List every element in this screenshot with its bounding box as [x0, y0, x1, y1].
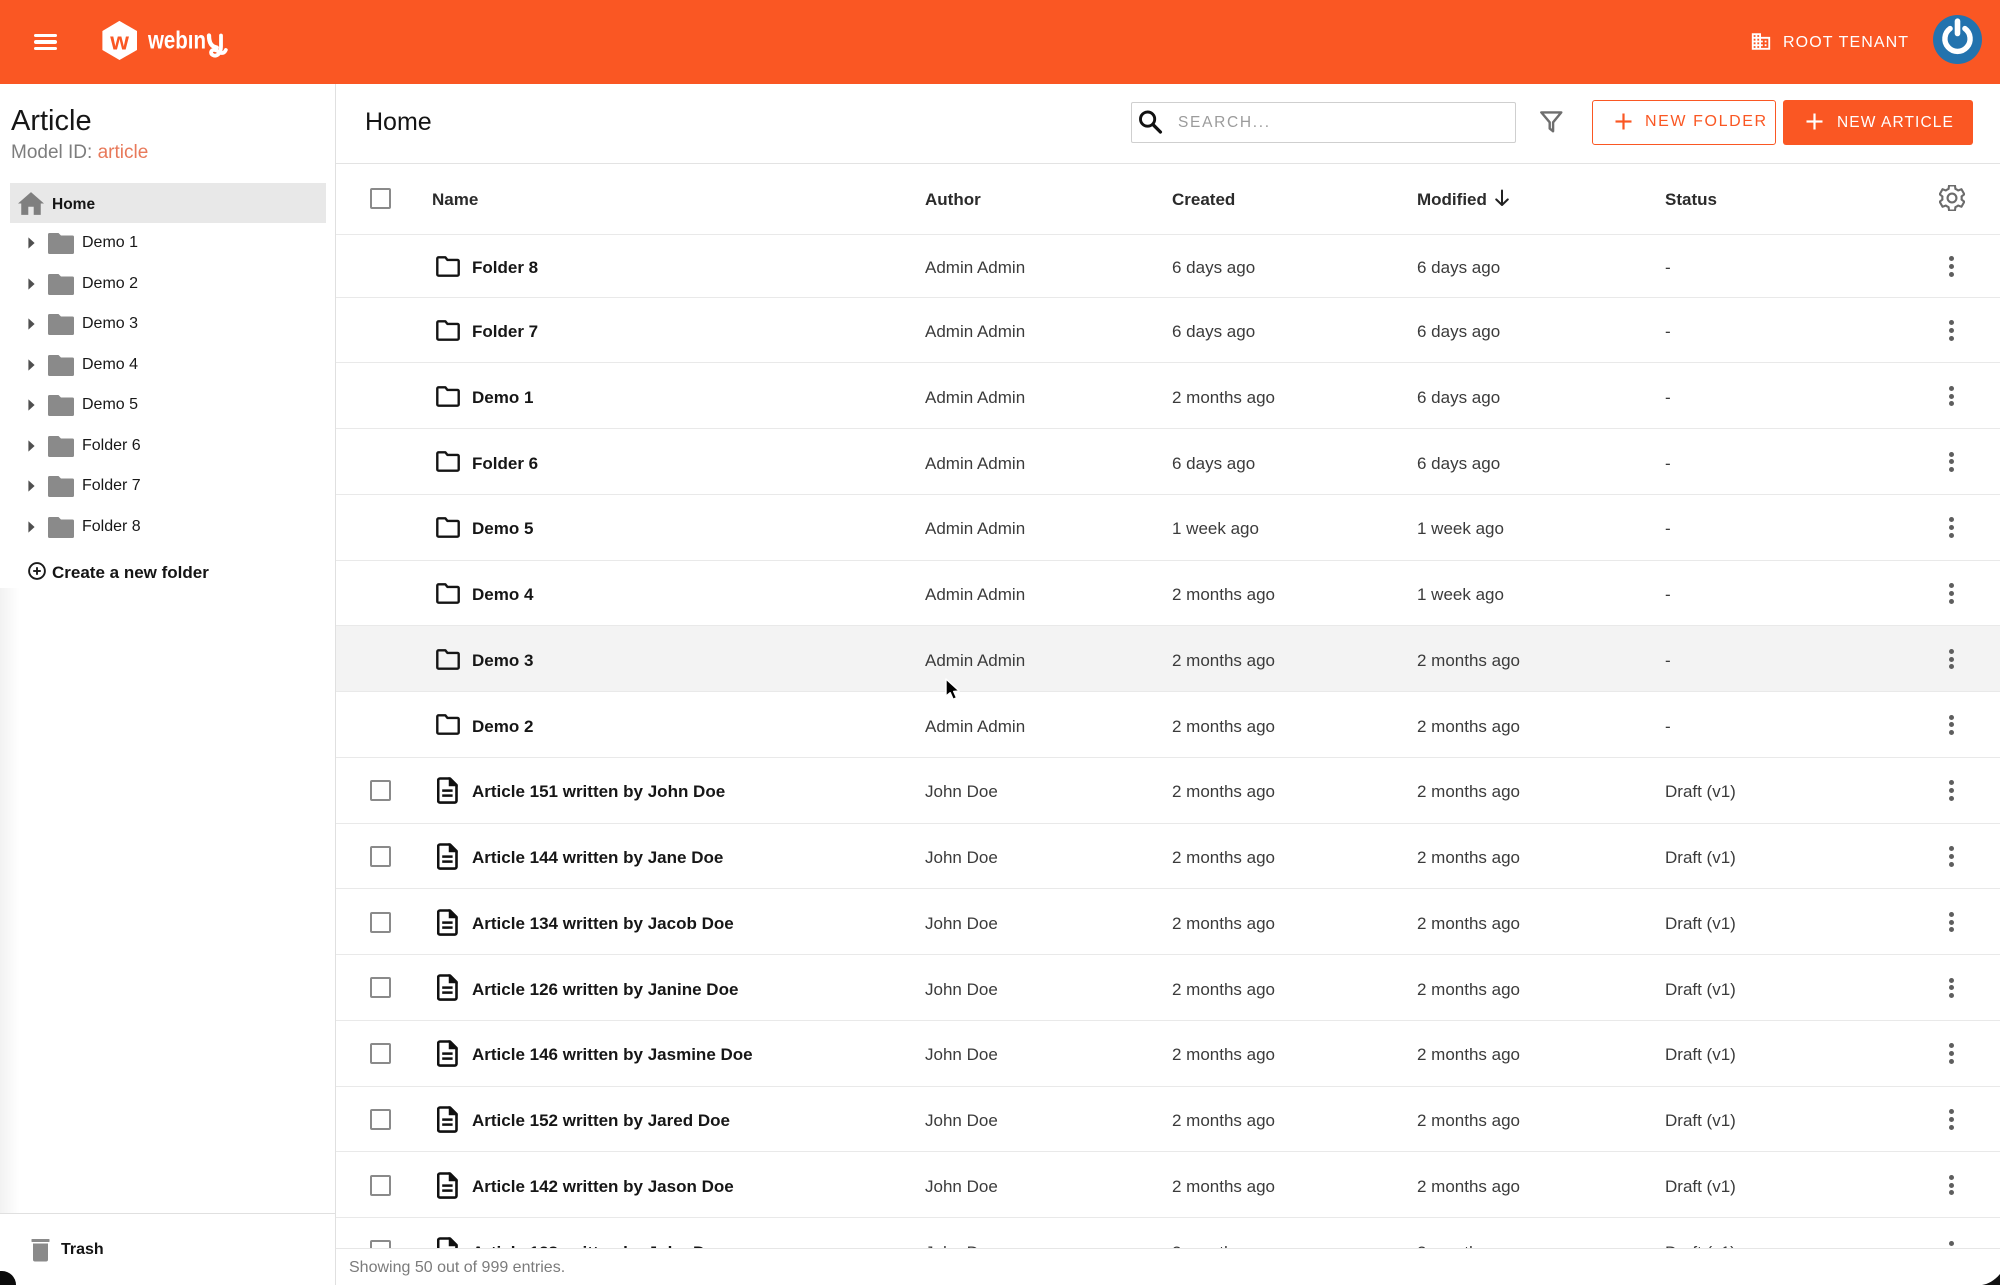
svg-text:webın: webın — [147, 27, 206, 55]
svg-text:w: w — [109, 28, 129, 55]
